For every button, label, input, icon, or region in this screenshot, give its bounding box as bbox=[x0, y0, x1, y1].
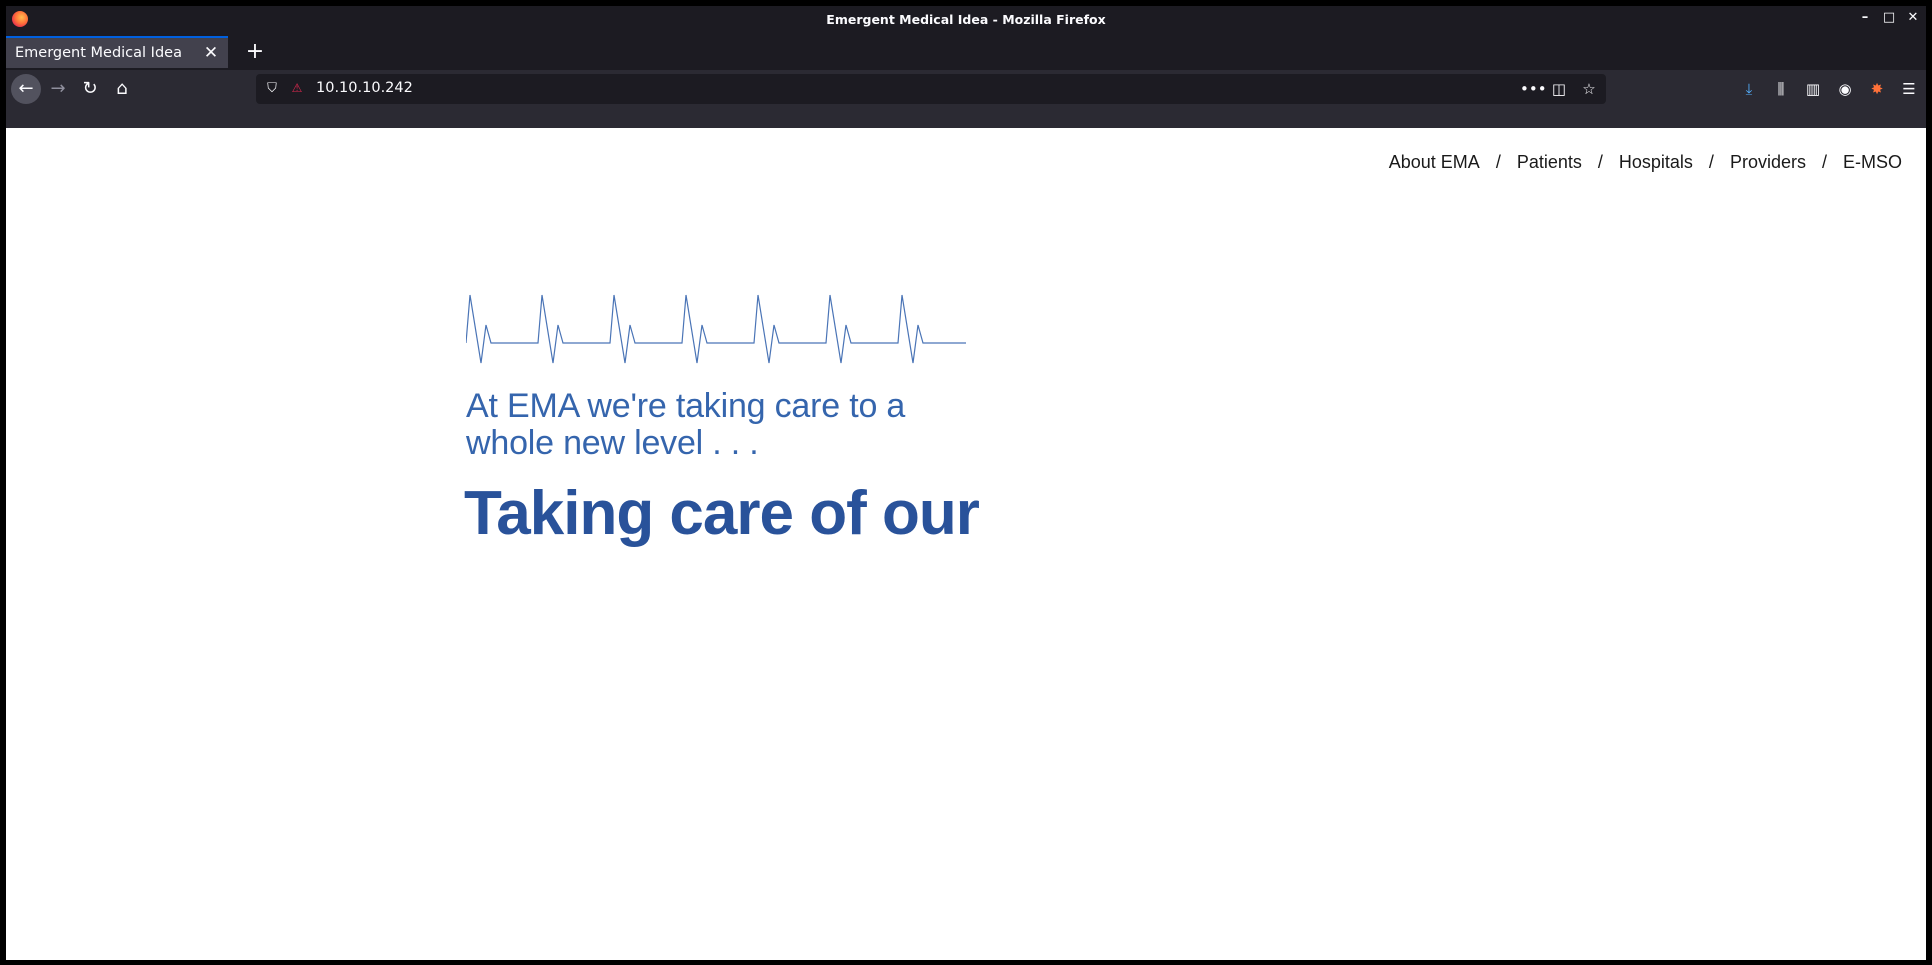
firefox-icon bbox=[12, 11, 28, 27]
page-actions-icon[interactable]: ••• bbox=[1520, 79, 1547, 99]
tab-strip: Emergent Medical Idea ✕ + bbox=[6, 32, 1926, 70]
library-icon[interactable]: ⫼ bbox=[1770, 75, 1792, 103]
nav-link-about-ema[interactable]: About EMA bbox=[1389, 152, 1480, 173]
url-actions: ••• ◫ ☆ bbox=[1520, 79, 1598, 99]
browser-window: Emergent Medical Idea - Mozilla Firefox … bbox=[6, 6, 1926, 960]
url-text[interactable]: 10.10.10.242 bbox=[316, 80, 413, 96]
window-title: Emergent Medical Idea - Mozilla Firefox bbox=[826, 11, 1106, 27]
toolbar-spacer bbox=[6, 108, 1926, 128]
home-button[interactable]: ⌂ bbox=[107, 74, 137, 104]
minimize-button[interactable]: – bbox=[1858, 10, 1872, 26]
back-button[interactable]: ← bbox=[11, 74, 41, 104]
navigation-toolbar: ← → ↻ ⌂ ⛉ ⚠ 10.10.10.242 ••• ◫ ☆ ⤓ ⫼ ▥ ◉… bbox=[6, 70, 1926, 108]
heartbeat-line-graphic bbox=[466, 294, 966, 364]
tracking-protection-shield-icon[interactable]: ⛉ bbox=[264, 81, 280, 97]
insecure-connection-icon[interactable]: ⚠ bbox=[290, 81, 304, 96]
nav-separator: / bbox=[1708, 152, 1714, 172]
nav-separator: / bbox=[1821, 152, 1827, 172]
tab-label: Emergent Medical Idea bbox=[15, 45, 182, 61]
hero-headline: Taking care of our bbox=[464, 479, 980, 548]
maximize-button[interactable]: □ bbox=[1882, 10, 1896, 26]
menu-icon[interactable]: ☰ bbox=[1898, 75, 1920, 103]
account-icon[interactable]: ◉ bbox=[1834, 75, 1856, 103]
site-navigation: About EMA / Patients / Hospitals / Provi… bbox=[1389, 152, 1902, 173]
nav-link-hospitals[interactable]: Hospitals bbox=[1619, 152, 1693, 173]
new-tab-button[interactable]: + bbox=[242, 38, 268, 66]
pocket-icon[interactable]: ◫ bbox=[1550, 79, 1568, 99]
downloads-icon[interactable]: ⤓ bbox=[1738, 75, 1760, 103]
nav-link-e-mso[interactable]: E-MSO bbox=[1843, 152, 1902, 173]
nav-separator: / bbox=[1597, 152, 1603, 172]
bookmark-star-icon[interactable]: ☆ bbox=[1580, 79, 1598, 99]
sidebar-icon[interactable]: ▥ bbox=[1802, 75, 1824, 103]
nav-link-providers[interactable]: Providers bbox=[1730, 152, 1806, 173]
extension-icon[interactable]: ✸ bbox=[1866, 75, 1888, 103]
close-window-button[interactable]: ✕ bbox=[1906, 10, 1920, 26]
toolbar-right: ⤓ ⫼ ▥ ◉ ✸ ☰ bbox=[1738, 75, 1920, 103]
tab-emergent-medical-idea[interactable]: Emergent Medical Idea ✕ bbox=[6, 36, 228, 68]
heartbeat-path bbox=[466, 294, 966, 364]
window-controls: – □ ✕ bbox=[1858, 10, 1920, 26]
reload-button[interactable]: ↻ bbox=[75, 74, 105, 104]
title-bar: Emergent Medical Idea - Mozilla Firefox … bbox=[6, 6, 1926, 32]
close-tab-icon[interactable]: ✕ bbox=[201, 43, 221, 63]
url-bar[interactable]: ⛉ ⚠ 10.10.10.242 ••• ◫ ☆ bbox=[256, 74, 1606, 104]
nav-separator: / bbox=[1495, 152, 1501, 172]
page-content: About EMA / Patients / Hospitals / Provi… bbox=[6, 128, 1926, 960]
nav-link-patients[interactable]: Patients bbox=[1517, 152, 1582, 173]
forward-button[interactable]: → bbox=[43, 74, 73, 104]
hero-tagline: At EMA we're taking care to a whole new … bbox=[466, 387, 906, 462]
